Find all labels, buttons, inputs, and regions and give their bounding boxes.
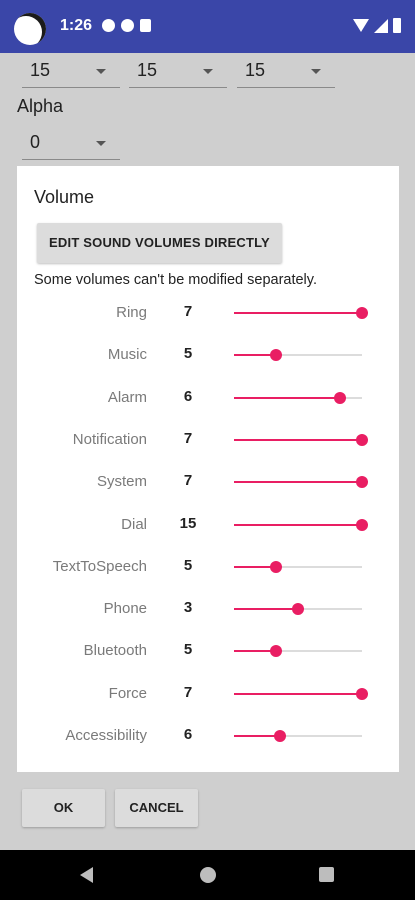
- slider-fill: [234, 692, 362, 695]
- slider-thumb[interactable]: [292, 603, 304, 616]
- volume-note: Some volumes can't be modified separatel…: [34, 272, 317, 288]
- volume-value: 15: [179, 514, 197, 532]
- home-icon[interactable]: [200, 867, 216, 883]
- dropdown-value: 0: [30, 132, 41, 152]
- volume-slider[interactable]: [234, 476, 368, 489]
- wifi-icon: [353, 19, 369, 32]
- slider-thumb[interactable]: [356, 687, 368, 700]
- status-time: 1:26: [60, 17, 93, 34]
- volume-value: 7: [183, 472, 193, 490]
- volume-row: Ring 7: [17, 298, 399, 328]
- volume-value: 5: [183, 641, 193, 659]
- volume-label: Dial: [121, 515, 147, 533]
- volume-slider[interactable]: [234, 560, 362, 573]
- volume-row: Alarm 6: [17, 383, 399, 413]
- slider-fill: [234, 438, 362, 441]
- volume-row: Phone 3: [17, 594, 399, 624]
- volume-label: Force: [108, 684, 147, 702]
- volume-label: Alarm: [107, 388, 147, 406]
- volume-slider[interactable]: [234, 433, 368, 446]
- volume-row: Bluetooth 5: [17, 636, 399, 666]
- volume-slider[interactable]: [234, 307, 368, 319]
- volume-slider[interactable]: [234, 687, 368, 700]
- recents-icon[interactable]: [319, 867, 334, 882]
- volume-value: 3: [183, 599, 193, 617]
- volume-row: Notification 7: [17, 425, 399, 455]
- volume-row: System 7: [17, 467, 399, 497]
- volume-slider[interactable]: [234, 349, 362, 362]
- cell-signal-icon: [374, 18, 388, 33]
- slider-thumb[interactable]: [274, 730, 287, 742]
- color-dropdown-2[interactable]: 15: [129, 54, 227, 88]
- status-icon: [121, 19, 134, 32]
- slider-fill: [234, 523, 362, 526]
- slider-thumb[interactable]: [356, 476, 368, 489]
- chevron-down-icon: [96, 69, 106, 74]
- slider-fill: [234, 608, 298, 611]
- back-icon[interactable]: [80, 867, 93, 883]
- volume-row: Dial 15: [17, 510, 399, 540]
- slider-thumb[interactable]: [270, 349, 283, 362]
- edit-sound-volumes-button[interactable]: EDIT SOUND VOLUMES DIRECTLY: [37, 223, 282, 263]
- slider-thumb[interactable]: [270, 645, 283, 658]
- volume-slider[interactable]: [234, 603, 362, 616]
- volume-value: 6: [183, 726, 193, 743]
- volume-row: Accessibility 6: [17, 721, 399, 751]
- volume-row: Music 5: [17, 340, 399, 370]
- volume-label: Accessibility: [65, 727, 147, 744]
- slider-thumb[interactable]: [356, 433, 368, 446]
- volume-label: TextToSpeech: [52, 557, 147, 575]
- status-icon: [140, 19, 151, 32]
- chevron-down-icon: [96, 141, 106, 146]
- volume-label: Phone: [103, 600, 147, 618]
- cancel-button[interactable]: CANCEL: [115, 789, 198, 827]
- status-bar: 1:26: [0, 0, 415, 53]
- volume-value: 7: [183, 429, 193, 447]
- avatar-icon: [14, 13, 46, 45]
- volume-label: Notification: [72, 430, 147, 448]
- slider-thumb[interactable]: [270, 560, 283, 573]
- volume-label: Music: [107, 346, 147, 364]
- volume-value: 7: [183, 303, 193, 320]
- battery-icon: [393, 18, 401, 33]
- system-icons: [353, 18, 401, 33]
- slider-thumb[interactable]: [356, 518, 368, 531]
- volume-slider[interactable]: [234, 518, 368, 531]
- ok-button[interactable]: OK: [22, 789, 105, 827]
- volume-value: 5: [183, 556, 193, 574]
- navigation-bar: [0, 850, 415, 900]
- color-dropdown-1[interactable]: 15: [22, 54, 120, 88]
- volume-slider[interactable]: [234, 730, 362, 742]
- chevron-down-icon: [311, 69, 321, 74]
- alpha-dropdown[interactable]: 0: [22, 126, 120, 160]
- dropdown-value: 15: [245, 60, 266, 80]
- volume-value: 5: [183, 345, 193, 363]
- alpha-label: Alpha: [17, 96, 64, 116]
- slider-thumb[interactable]: [334, 391, 347, 404]
- volume-label: Bluetooth: [83, 642, 147, 660]
- slider-fill: [234, 396, 341, 399]
- notification-icons: [102, 19, 151, 32]
- volume-label: System: [96, 473, 147, 491]
- volume-value: 6: [183, 387, 193, 405]
- volume-row: Force 7: [17, 679, 399, 709]
- status-icon: [102, 19, 115, 32]
- dropdown-value: 15: [30, 60, 51, 80]
- volume-row: TextToSpeech 5: [17, 552, 399, 582]
- volume-value: 7: [183, 683, 193, 701]
- color-dropdown-3[interactable]: 15: [237, 54, 335, 88]
- dialog-title: Volume: [34, 187, 95, 207]
- volume-slider[interactable]: [234, 391, 362, 404]
- slider-fill: [234, 481, 362, 484]
- dropdown-value: 15: [137, 60, 158, 80]
- chevron-down-icon: [203, 69, 213, 74]
- slider-thumb[interactable]: [356, 307, 368, 319]
- volume-slider[interactable]: [234, 645, 362, 658]
- slider-fill: [234, 312, 362, 314]
- volume-dialog: Volume EDIT SOUND VOLUMES DIRECTLY Some …: [17, 166, 399, 772]
- volume-label: Ring: [116, 304, 147, 321]
